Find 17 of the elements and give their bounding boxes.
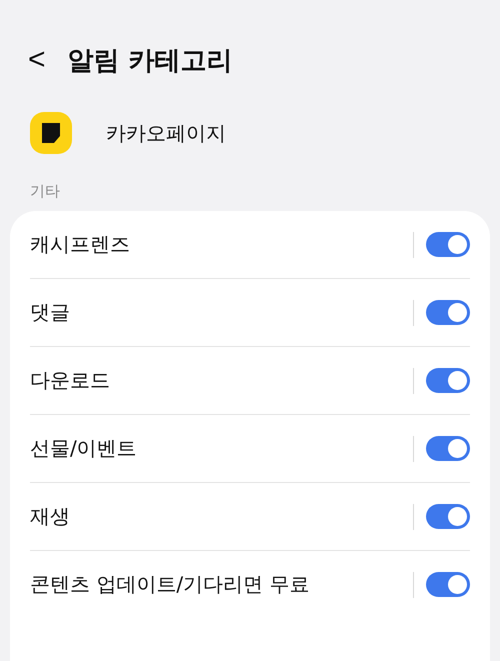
setting-label: 콘텐츠 업데이트/기다리면 무료 — [30, 571, 310, 598]
toggle-switch[interactable] — [426, 232, 470, 257]
section-label: 기타 — [29, 181, 61, 202]
toggle-switch[interactable] — [426, 368, 470, 393]
app-name: 카카오페이지 — [106, 120, 226, 146]
page-title: 알림 카테고리 — [68, 44, 233, 78]
toggle-switch[interactable] — [426, 300, 470, 325]
setting-label: 재생 — [30, 503, 71, 530]
setting-label: 댓글 — [30, 299, 71, 326]
back-button[interactable]: < — [28, 45, 46, 75]
setting-label: 선물/이벤트 — [30, 435, 138, 462]
app-icon — [30, 112, 72, 154]
setting-label: 캐시프렌즈 — [30, 231, 131, 258]
toggle-switch[interactable] — [426, 572, 470, 597]
setting-label: 다운로드 — [30, 367, 111, 394]
toggle-switch[interactable] — [426, 504, 470, 529]
toggle-switch[interactable] — [426, 436, 470, 461]
